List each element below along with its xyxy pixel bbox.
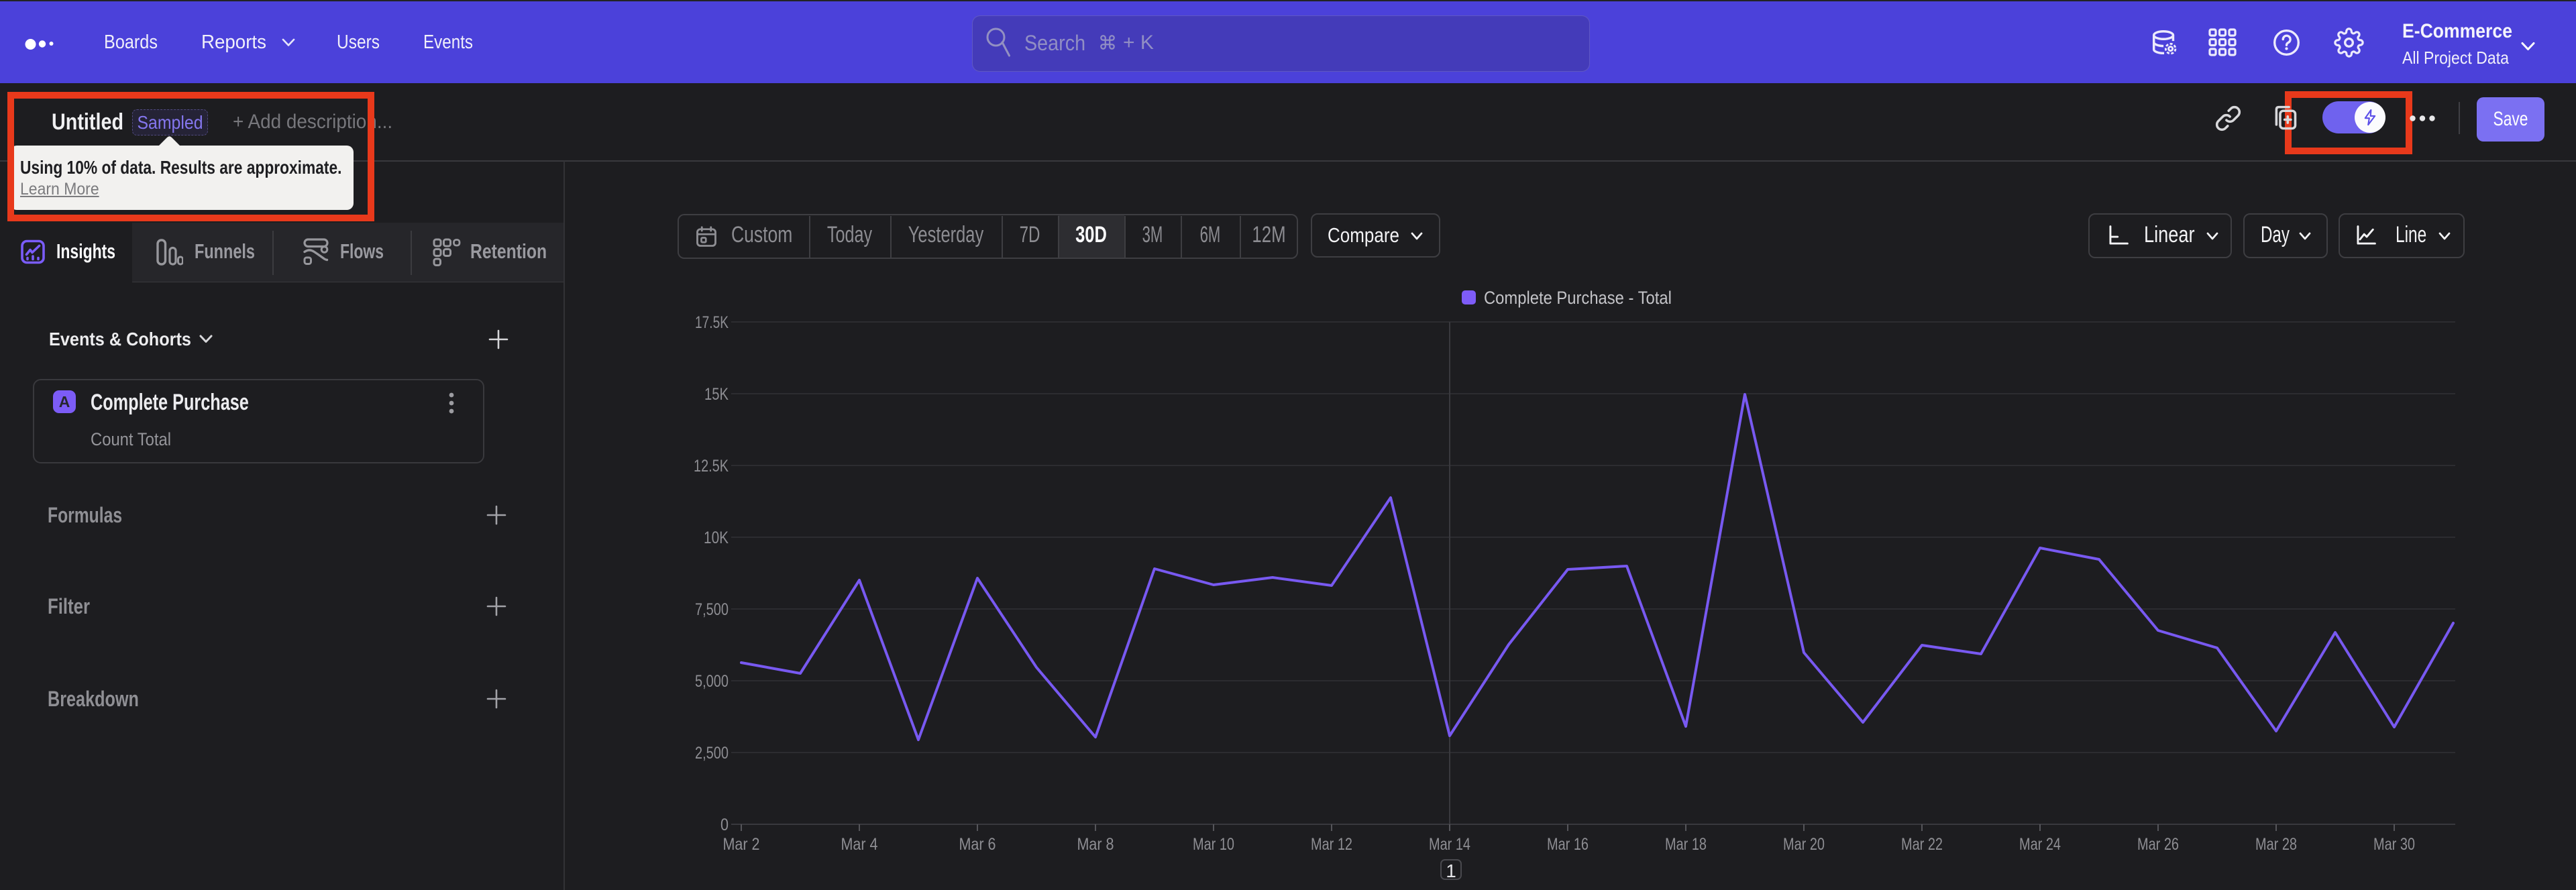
svg-text:Mar 16: Mar 16	[1547, 835, 1589, 854]
svg-text:17.5K: 17.5K	[695, 313, 729, 332]
svg-text:15K: 15K	[704, 385, 729, 404]
svg-text:Mar 28: Mar 28	[2255, 835, 2297, 854]
svg-text:Mar 22: Mar 22	[1901, 835, 1943, 854]
svg-text:Mar 20: Mar 20	[1783, 835, 1825, 854]
svg-text:Mar 24: Mar 24	[2019, 835, 2061, 854]
svg-text:Mar 6: Mar 6	[959, 835, 996, 854]
svg-text:5,000: 5,000	[695, 672, 729, 691]
svg-text:Mar 10: Mar 10	[1193, 835, 1234, 854]
svg-text:Mar 4: Mar 4	[841, 835, 878, 854]
svg-text:Mar 8: Mar 8	[1077, 835, 1114, 854]
svg-text:Mar 30: Mar 30	[2373, 835, 2415, 854]
svg-text:Mar 14: Mar 14	[1429, 835, 1470, 854]
svg-text:Mar 2: Mar 2	[723, 835, 760, 854]
svg-text:Mar 12: Mar 12	[1311, 835, 1352, 854]
svg-text:Mar 26: Mar 26	[2137, 835, 2179, 854]
svg-text:Mar 18: Mar 18	[1665, 835, 1707, 854]
svg-text:7,500: 7,500	[695, 600, 729, 619]
svg-text:12.5K: 12.5K	[694, 457, 729, 476]
svg-text:10K: 10K	[704, 529, 729, 547]
svg-text:0: 0	[720, 816, 729, 834]
svg-text:2,500: 2,500	[695, 744, 729, 763]
